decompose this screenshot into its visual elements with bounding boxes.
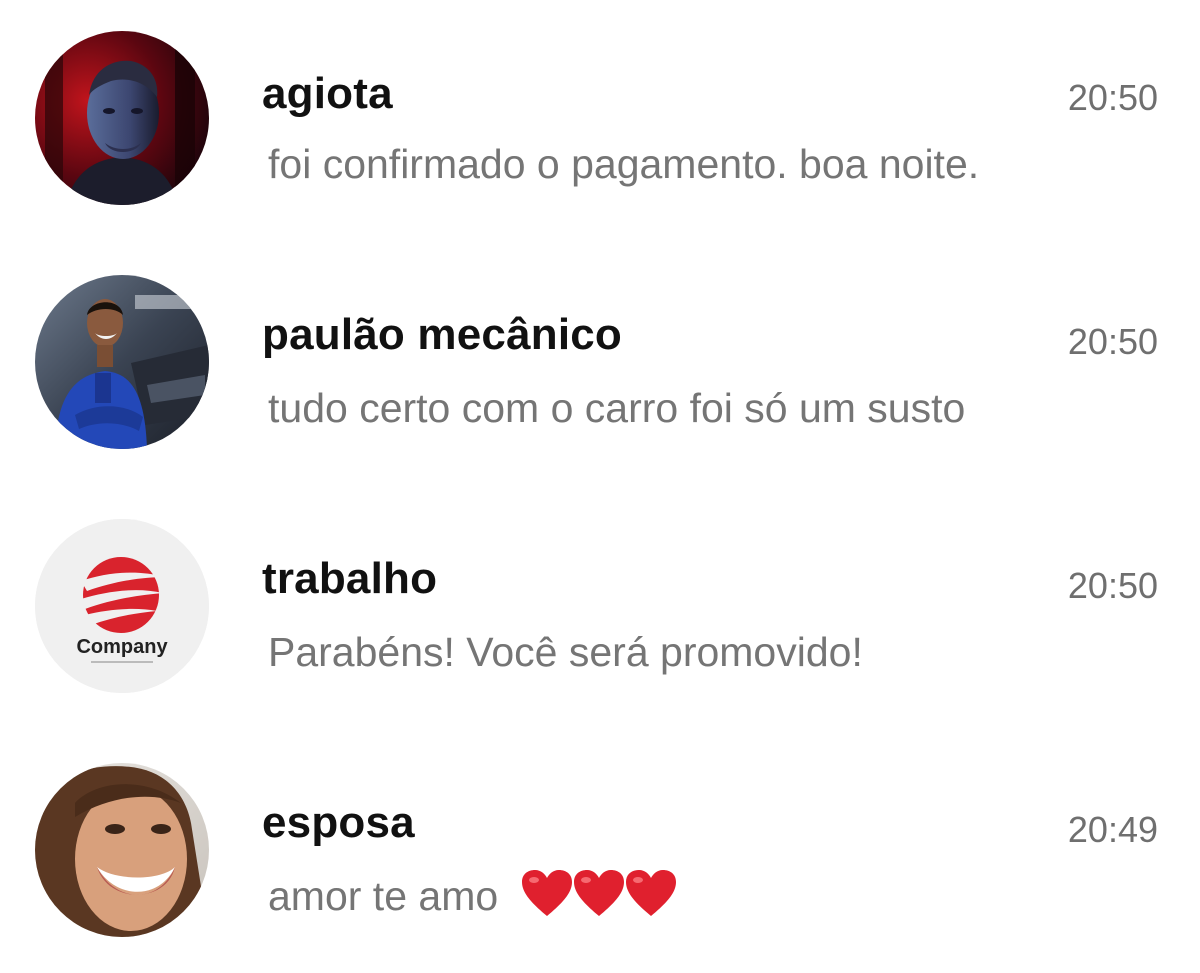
chat-item-paulao-mecanico[interactable]: paulão mecânico 20:50 tudo certo com o c… <box>0 275 1200 475</box>
chat-item-agiota[interactable]: agiota 20:50 foi confirmado o pagamento.… <box>0 31 1200 231</box>
chat-time: 20:50 <box>1067 565 1158 606</box>
red-heart-icon <box>520 868 574 920</box>
mechanic-portrait-icon <box>35 275 209 449</box>
avatar[interactable] <box>35 763 209 937</box>
red-heart-icon <box>572 868 626 920</box>
avatar[interactable] <box>35 31 209 205</box>
red-heart-icon <box>624 868 678 920</box>
man-portrait-icon <box>35 31 209 205</box>
company-logo-icon: Company <box>35 519 209 693</box>
chat-name: esposa <box>262 798 415 847</box>
avatar[interactable] <box>35 275 209 449</box>
chat-name: agiota <box>262 69 393 118</box>
woman-portrait-icon <box>35 763 209 937</box>
emoji-group <box>520 868 676 930</box>
chat-item-trabalho[interactable]: Company trabalho 20:50 Parabéns! Você se… <box>0 519 1200 719</box>
chat-list: agiota 20:50 foi confirmado o pagamento.… <box>0 0 1200 973</box>
chat-item-esposa[interactable]: esposa 20:49 amor te amo <box>0 763 1200 963</box>
chat-preview: foi confirmado o pagamento. boa noite. <box>268 141 980 187</box>
chat-name: paulão mecânico <box>262 310 623 359</box>
company-logo-text: Company <box>76 636 168 658</box>
avatar[interactable]: Company <box>35 519 209 693</box>
chat-name: trabalho <box>262 554 438 603</box>
chat-preview: Parabéns! Você será promovido! <box>268 629 863 675</box>
chat-preview-text: amor te amo <box>268 873 499 919</box>
chat-time: 20:50 <box>1067 77 1158 118</box>
chat-preview: amor te amo <box>268 868 676 930</box>
chat-time: 20:50 <box>1067 321 1158 362</box>
chat-time: 20:49 <box>1067 809 1158 850</box>
chat-preview: tudo certo com o carro foi só um susto <box>268 385 966 431</box>
